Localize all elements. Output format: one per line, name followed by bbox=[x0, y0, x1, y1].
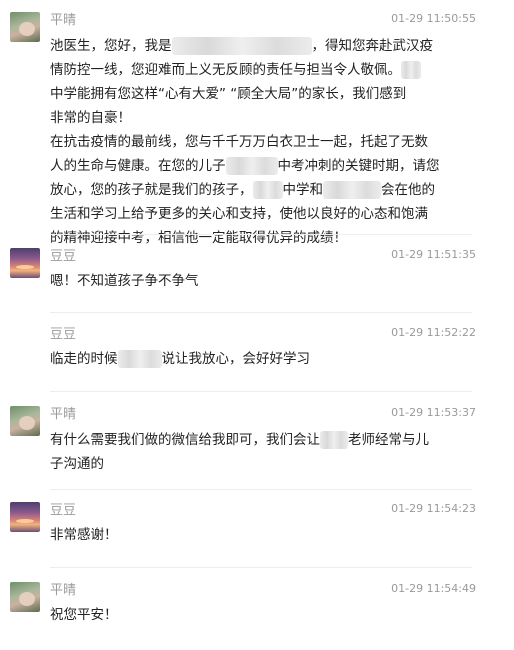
message-time: 01-29 11:51:35 bbox=[391, 248, 476, 261]
message-text: 祝您平安！ bbox=[50, 607, 118, 623]
message-text: 临走的时候 说让我放心，会好好学习 bbox=[50, 350, 310, 368]
avatar[interactable] bbox=[10, 582, 40, 612]
sender-name: 豆豆 bbox=[50, 249, 77, 264]
sender-name: 平晴 bbox=[50, 13, 77, 28]
redacted-text bbox=[117, 350, 162, 368]
redacted-text bbox=[320, 431, 348, 449]
redacted-text bbox=[171, 37, 312, 55]
avatar[interactable] bbox=[10, 248, 40, 278]
divider bbox=[50, 567, 472, 568]
message-time: 01-29 11:52:22 bbox=[391, 326, 476, 339]
message-time: 01-29 11:54:23 bbox=[391, 502, 476, 515]
sender-name: 平晴 bbox=[50, 583, 77, 598]
redacted-text bbox=[252, 181, 283, 199]
divider bbox=[50, 391, 472, 392]
sender-name: 豆豆 bbox=[50, 503, 77, 518]
divider bbox=[50, 489, 472, 490]
avatar[interactable] bbox=[10, 502, 40, 532]
divider bbox=[50, 234, 472, 235]
message-text: 非常感谢！ bbox=[50, 527, 118, 543]
avatar[interactable] bbox=[10, 406, 40, 436]
message-text: 嗯！不知道孩子争不争气 bbox=[50, 273, 199, 289]
message-time: 01-29 11:50:55 bbox=[391, 12, 476, 25]
sender-name: 豆豆 bbox=[50, 327, 77, 342]
redacted-text bbox=[401, 61, 421, 79]
message-text: 池医生，您好，我是 ，得知您奔赴武汉疫 情防控一线，您迎难而上义无反顾的责任与担当… bbox=[50, 37, 440, 246]
redacted-text bbox=[225, 157, 278, 175]
divider bbox=[50, 312, 472, 313]
avatar[interactable] bbox=[10, 12, 40, 42]
message-time: 01-29 11:53:37 bbox=[391, 406, 476, 419]
message-text: 有什么需要我们做的微信给我即可，我们会让 老师经常与儿 子沟通的 bbox=[50, 431, 429, 472]
message-time: 01-29 11:54:49 bbox=[391, 582, 476, 595]
sender-name: 平晴 bbox=[50, 407, 77, 422]
redacted-text bbox=[323, 181, 381, 199]
